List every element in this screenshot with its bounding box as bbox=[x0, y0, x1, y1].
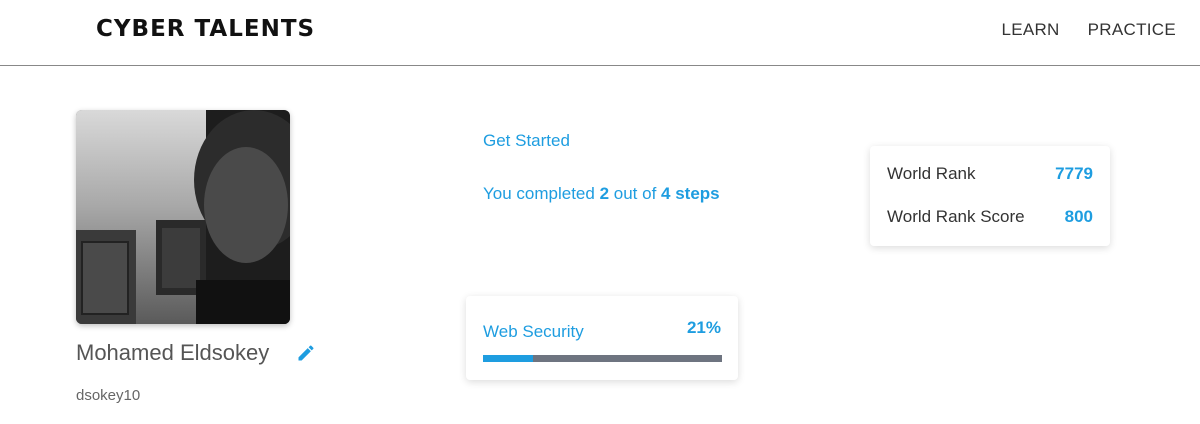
world-rank-score-label: World Rank Score bbox=[887, 207, 1025, 226]
main-nav: LEARN PRACTICE bbox=[1001, 20, 1176, 40]
nav-learn[interactable]: LEARN bbox=[1001, 20, 1059, 40]
profile-name: Mohamed Eldsokey bbox=[76, 340, 270, 365]
world-rank-label: World Rank bbox=[887, 164, 976, 183]
skill-percent: 21% bbox=[686, 318, 721, 337]
profile-avatar bbox=[76, 110, 290, 324]
skill-progress-bar bbox=[483, 355, 722, 362]
skill-name: Web Security bbox=[483, 322, 584, 341]
rank-card: World Rank 7779 World Rank Score 800 bbox=[870, 146, 1110, 246]
get-started-link[interactable]: Get Started bbox=[483, 131, 570, 151]
skill-card-web-security[interactable]: Web Security 21% bbox=[466, 296, 738, 380]
site-logo[interactable]: CYBER TALENTS bbox=[96, 16, 315, 42]
world-rank-row: World Rank 7779 bbox=[887, 164, 1093, 184]
steps-middle: out of bbox=[609, 184, 662, 203]
world-rank-score-value: 800 bbox=[1064, 207, 1093, 226]
profile-username: dsokey10 bbox=[76, 387, 141, 404]
steps-total: 4 steps bbox=[661, 184, 720, 203]
skill-progress-fill bbox=[483, 355, 534, 362]
steps-prefix: You completed bbox=[483, 184, 600, 203]
steps-progress-text: You completed 2 out of 4 steps bbox=[483, 184, 720, 204]
world-rank-value: 7779 bbox=[1055, 164, 1093, 183]
world-rank-score-row: World Rank Score 800 bbox=[887, 207, 1093, 227]
top-navbar: CYBER TALENTS LEARN PRACTICE bbox=[0, 0, 1200, 66]
steps-completed: 2 bbox=[599, 184, 610, 203]
nav-practice[interactable]: PRACTICE bbox=[1088, 20, 1176, 40]
pencil-icon[interactable] bbox=[296, 343, 316, 363]
